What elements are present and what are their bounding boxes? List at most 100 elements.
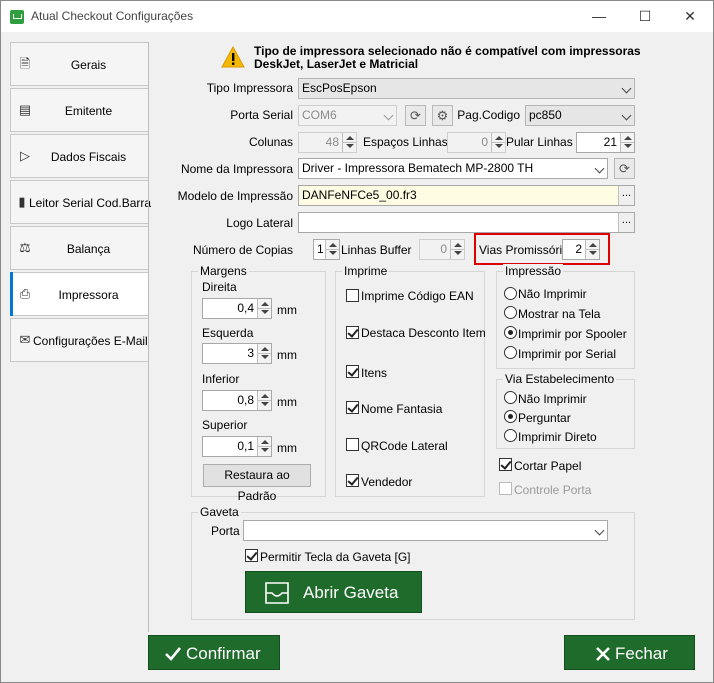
cortar-papel-checkbox[interactable] — [499, 458, 512, 471]
nome-impressora-value: Driver - Impressora Bematech MP-2800 TH — [302, 161, 534, 175]
margens-title: Margens — [198, 264, 249, 278]
linhas-buffer-spinner[interactable] — [450, 240, 464, 259]
porta-serial-value: COM6 — [302, 108, 337, 122]
pular-linhas-input[interactable]: 21 — [576, 132, 635, 153]
close-window-button[interactable]: ✕ — [667, 1, 713, 32]
restore-default-button[interactable]: Restaura ao Padrão — [203, 464, 311, 503]
logo-lateral-input[interactable]: ... — [298, 212, 635, 233]
qrcode-lateral-label: QRCode Lateral — [361, 439, 448, 453]
colunas-label: Colunas — [248, 135, 293, 149]
sidebar-item-email[interactable]: ✉ Configurações E-Mail — [10, 318, 149, 362]
gaveta-porta-select[interactable] — [243, 520, 608, 541]
imprime-title: Imprime — [342, 264, 390, 278]
via-estabelecimento-title: Via Estabelecimento — [503, 372, 617, 386]
warning-message: Tipo de impressora selecionado não é com… — [254, 45, 641, 71]
via-imprimir-direto-radio[interactable] — [504, 429, 517, 442]
vias-promissoria-input[interactable]: 2 — [562, 239, 600, 260]
pag-codigo-value: pc850 — [529, 108, 562, 122]
cart-icon — [10, 10, 24, 24]
port-settings-button[interactable]: ⚙ — [432, 105, 453, 126]
abrir-gaveta-button[interactable]: Abrir Gaveta — [245, 571, 422, 613]
imprime-ean-checkbox[interactable] — [346, 289, 359, 302]
sidebar-item-gerais[interactable]: 🗎 Gerais — [10, 42, 149, 86]
itens-label: Itens — [361, 366, 388, 380]
sidebar-item-impressora[interactable]: ⎙ Impressora — [10, 272, 149, 316]
direita-input[interactable]: 0,4 — [202, 298, 272, 319]
destaca-desconto-checkbox[interactable] — [346, 326, 359, 339]
tipo-impressora-select[interactable]: EscPosEpson — [298, 78, 635, 99]
impressao-nao-imprimir-radio[interactable] — [504, 287, 517, 300]
colunas-spinner[interactable] — [342, 133, 356, 152]
direita-label: Direita — [202, 280, 237, 294]
browse-logo-button[interactable]: ... — [618, 213, 634, 232]
document-icon: 🗎 — [19, 56, 31, 71]
sidebar-item-leitor-serial[interactable]: ▮ Leitor Serial Cod.Barra — [10, 180, 152, 224]
browse-model-button[interactable]: ... — [618, 186, 634, 205]
vias-promissoria-spinner[interactable] — [585, 240, 599, 259]
modelo-impressao-input[interactable]: DANFeNFCe5_00.fr3 ... — [298, 185, 635, 206]
via-perguntar-radio[interactable] — [504, 410, 517, 423]
confirm-button[interactable]: Confirmar — [148, 635, 280, 670]
sidebar-item-label: Leitor Serial Cod.Barra — [29, 196, 152, 210]
numero-copias-value: 1 — [317, 242, 324, 256]
direita-spinner[interactable] — [257, 299, 271, 318]
espacos-linhas-value: 0 — [481, 135, 488, 149]
warning-icon — [221, 46, 245, 68]
espacos-linhas-input[interactable]: 0 — [447, 132, 506, 153]
chevron-down-icon — [383, 110, 394, 121]
inferior-input[interactable]: 0,8 — [202, 390, 272, 411]
itens-checkbox[interactable] — [346, 365, 359, 378]
vias-promissoria-label: Vias Promissória — [479, 243, 569, 257]
refresh-ports-button[interactable]: ⟳ — [405, 105, 426, 126]
vendedor-checkbox[interactable] — [346, 474, 359, 487]
pular-linhas-spinner[interactable] — [620, 133, 634, 152]
inferior-spinner[interactable] — [257, 391, 271, 410]
impressao-mostrar-tela-radio[interactable] — [504, 306, 517, 319]
imprime-group: Imprime — [335, 264, 485, 497]
porta-serial-select[interactable]: COM6 — [298, 105, 397, 126]
sidebar-item-balanca[interactable]: ⚖ Balança — [10, 226, 149, 270]
minimize-button[interactable]: — — [576, 1, 622, 32]
sidebar-item-label: Configurações E-Mail — [33, 334, 148, 348]
settings-window: Atual Checkout Configurações — ☐ ✕ 🗎 Ger… — [0, 0, 714, 683]
chevron-down-icon — [594, 163, 605, 174]
sidebar-item-dados-fiscais[interactable]: ▷ Dados Fiscais — [10, 134, 149, 178]
controle-porta-checkbox[interactable] — [499, 482, 512, 495]
chevron-down-icon — [594, 525, 605, 536]
nome-fantasia-checkbox[interactable] — [346, 401, 359, 414]
espacos-linhas-spinner[interactable] — [491, 133, 505, 152]
sidebar-item-emitente[interactable]: ▤ Emitente — [10, 88, 149, 132]
refresh-printers-button[interactable]: ⟳ — [614, 158, 635, 179]
permitir-tecla-gaveta-checkbox[interactable] — [245, 549, 258, 562]
impressao-serial-radio[interactable] — [504, 346, 517, 359]
modelo-impressao-value: DANFeNFCe5_00.fr3 — [302, 188, 417, 202]
superior-spinner[interactable] — [257, 437, 271, 456]
pular-linhas-value: 21 — [603, 135, 617, 149]
via-perguntar-label: Perguntar — [518, 411, 571, 425]
qrcode-lateral-checkbox[interactable] — [346, 438, 359, 451]
esquerda-spinner[interactable] — [257, 344, 271, 363]
superior-input[interactable]: 0,1 — [202, 436, 272, 457]
esquerda-input[interactable]: 3 — [202, 343, 272, 364]
cortar-papel-label: Cortar Papel — [514, 459, 582, 473]
barcode-icon: ▮ — [18, 194, 26, 209]
chevron-down-icon — [621, 83, 632, 94]
tipo-impressora-label: Tipo Impressora — [206, 81, 293, 95]
impressao-spooler-radio[interactable] — [504, 326, 517, 339]
colunas-input[interactable]: 48 — [298, 132, 357, 153]
sidebar-divider — [148, 42, 149, 632]
numero-copias-spinner[interactable] — [325, 240, 339, 259]
sidebar-item-label: Balança — [66, 242, 111, 256]
destaca-desconto-label: Destaca Desconto Item — [361, 326, 486, 340]
numero-copias-label: Número de Copias — [192, 243, 293, 257]
maximize-button[interactable]: ☐ — [622, 1, 668, 32]
pag-codigo-select[interactable]: pc850 — [525, 105, 635, 126]
nome-impressora-label: Nome da Impressora — [180, 162, 293, 176]
linhas-buffer-input[interactable]: 0 — [419, 239, 465, 260]
impressao-serial-label: Imprimir por Serial — [518, 347, 617, 361]
esquerda-value: 3 — [247, 346, 254, 360]
numero-copias-input[interactable]: 1 — [313, 239, 340, 260]
close-button[interactable]: Fechar — [564, 635, 695, 670]
via-nao-imprimir-radio[interactable] — [504, 391, 517, 404]
nome-impressora-select[interactable]: Driver - Impressora Bematech MP-2800 TH — [298, 158, 608, 179]
